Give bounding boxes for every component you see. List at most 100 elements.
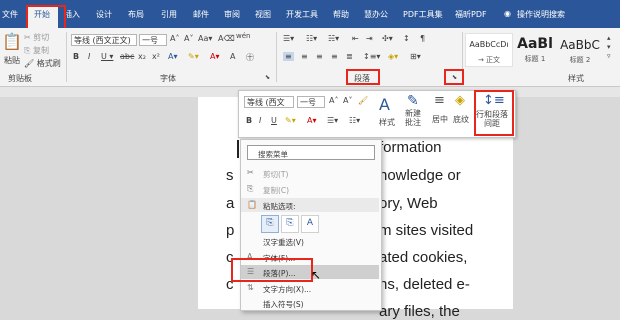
strikethrough-button[interactable]: abc [120, 52, 134, 61]
font-color-icon[interactable]: A▾ [210, 52, 220, 61]
center-align-icon[interactable]: ≡ [434, 93, 445, 108]
doc-line: ated cookies, [379, 249, 468, 266]
tab-view[interactable]: 视图 [255, 9, 271, 20]
paste-text-only-icon[interactable]: A [301, 215, 319, 233]
phonetic-guide-button[interactable]: wén [236, 32, 250, 40]
mini-numbering-icon[interactable]: ☷▾ [349, 116, 360, 125]
line-spacing-icon[interactable]: ↕≡▾ [363, 52, 380, 61]
align-center-icon[interactable]: ≡ [301, 52, 308, 61]
tab-help[interactable]: 帮助 [333, 9, 349, 20]
menu-search-box[interactable]: 搜索菜单 [247, 145, 375, 160]
tab-file[interactable]: 文件 [2, 9, 18, 20]
new-comment-icon[interactable]: ✎ [407, 93, 419, 109]
scissors-icon: ✂ [247, 168, 254, 177]
subscript-button[interactable]: x₂ [138, 52, 146, 61]
text-effects-icon[interactable]: A▾ [168, 52, 178, 61]
mini-styles-button[interactable]: 样式 [379, 117, 395, 128]
menu-item-label: 文字方向(X)... [263, 285, 312, 294]
sort-icon[interactable]: ↕ [403, 34, 410, 43]
italic-button[interactable]: I [88, 52, 90, 61]
font-dialog-launcher-icon[interactable]: ⬊ [265, 74, 270, 81]
tab-huibangong[interactable]: 慧办公 [364, 9, 388, 20]
shading-icon[interactable]: ◈▾ [388, 52, 398, 61]
tab-layout[interactable]: 布局 [128, 9, 144, 20]
clear-format-icon[interactable]: A⌫ [218, 34, 235, 43]
mini-bold-button[interactable]: B [246, 116, 252, 125]
underline-button[interactable]: U ▾ [101, 52, 113, 61]
mini-grow-font-button[interactable]: A˄ [329, 96, 338, 105]
menu-item-copy[interactable]: ⎘ 复制(C) [241, 182, 379, 196]
show-marks-icon[interactable]: ¶ [420, 34, 425, 43]
mini-font-color-icon[interactable]: A▾ [307, 116, 317, 125]
tab-design[interactable]: 设计 [96, 9, 112, 20]
chinese-layout-icon[interactable]: ✣▾ [382, 34, 393, 43]
shading-button[interactable]: 底纹 [453, 114, 469, 125]
decrease-indent-icon[interactable]: ⇤ [352, 34, 359, 43]
increase-indent-icon[interactable]: ⇥ [366, 34, 373, 43]
style-preview: AaBl [517, 36, 553, 52]
tab-developer[interactable]: 开发工具 [286, 9, 318, 20]
borders-icon[interactable]: ⊞▾ [410, 52, 421, 61]
shrink-font-button[interactable]: A˅ [184, 34, 193, 43]
styles-scroll-icon[interactable]: ▴ ▾ ▿ [607, 34, 611, 61]
mini-shrink-font-button[interactable]: A˅ [343, 96, 352, 105]
mini-highlight-icon[interactable]: ✎▾ [285, 116, 296, 125]
doc-line: ory, Web [379, 195, 438, 212]
tab-pdf-tools[interactable]: PDF工具集 [403, 9, 443, 20]
grow-font-button[interactable]: A˄ [170, 34, 179, 43]
menu-item-insert-symbol[interactable]: 插入符号(S) [241, 296, 379, 310]
tab-insert[interactable]: 插入 [64, 9, 80, 20]
format-painter-button[interactable]: 🖌 格式刷 [24, 58, 61, 69]
style-normal[interactable]: AaBbCcDı → 正文 [465, 33, 513, 67]
mini-bullets-icon[interactable]: ☰▾ [327, 116, 338, 125]
new-comment-button[interactable]: 新建 批注 [405, 109, 421, 127]
shading-bucket-icon[interactable]: ◈ [455, 93, 465, 108]
center-button[interactable]: 居中 [432, 114, 448, 125]
change-case-button[interactable]: Aa▾ [198, 34, 212, 43]
bold-button[interactable]: B [73, 52, 79, 61]
mini-font-combo[interactable]: 等线 (西文 [244, 96, 294, 108]
copy-button[interactable]: ⎘ 复制 [24, 45, 49, 56]
mini-italic-button[interactable]: I [259, 116, 261, 125]
mini-size-combo[interactable]: 一号 [297, 96, 325, 108]
style-preview: AaBbC [560, 38, 600, 52]
doc-line-start: s [226, 167, 234, 184]
font-size-combo[interactable]: 一号 [139, 34, 167, 46]
tell-me-search[interactable]: 操作说明搜索 [517, 9, 565, 20]
doc-line: ns, deleted e- [379, 276, 470, 293]
enclosed-char-button[interactable]: ㊉ [246, 52, 254, 63]
menu-item-cut[interactable]: ✂ 剪切(T) [241, 166, 379, 180]
numbering-icon[interactable]: ☷▾ [306, 34, 317, 43]
style-heading-1[interactable]: AaBl 标题 1 [515, 33, 555, 67]
mini-styles-icon[interactable]: A [379, 95, 390, 114]
paste-icon[interactable]: 📋 [2, 32, 22, 51]
menu-item-label: 复制(C) [263, 186, 290, 195]
align-right-icon[interactable]: ≡ [316, 52, 323, 61]
doc-line: ary files, the [379, 303, 460, 320]
tab-foxit-pdf[interactable]: 福昕PDF [455, 9, 487, 20]
cut-button[interactable]: ✂ 剪切 [24, 32, 49, 43]
tab-mailings[interactable]: 邮件 [193, 9, 209, 20]
paste-keep-source-icon[interactable]: ⎘ [261, 215, 279, 233]
highlight-color-icon[interactable]: ✎▾ [188, 52, 199, 61]
separator [276, 32, 277, 82]
distributed-icon[interactable]: ≣ [346, 52, 353, 61]
tab-review[interactable]: 审阅 [224, 9, 240, 20]
multilevel-list-icon[interactable]: ☵▾ [328, 34, 339, 43]
align-left-icon[interactable]: ≡ [283, 52, 294, 61]
mini-underline-button[interactable]: U [271, 116, 277, 125]
ribbon-tab-bar: 文件 开始 插入 设计 布局 引用 邮件 审阅 视图 开发工具 帮助 慧办公 P… [0, 0, 620, 28]
mini-format-painter-icon[interactable]: 🖌 [358, 96, 368, 105]
superscript-button[interactable]: x² [152, 52, 160, 61]
justify-icon[interactable]: ≡ [331, 52, 338, 61]
font-name-combo[interactable]: 等线 (西文正文) [71, 34, 137, 46]
bullets-icon[interactable]: ☰▾ [283, 34, 294, 43]
style-heading-2[interactable]: AaBbC 标题 2 [556, 33, 604, 67]
paste-merge-format-icon[interactable]: ⎘ [281, 215, 299, 233]
menu-item-reconvert[interactable]: 汉字重选(V) [241, 234, 379, 248]
tab-references[interactable]: 引用 [161, 9, 177, 20]
char-shading-button[interactable]: A [230, 52, 235, 61]
paste-button[interactable]: 粘贴 [4, 55, 20, 66]
menu-item-text-direction[interactable]: ⇅ 文字方向(X)... [241, 281, 379, 295]
paste-options-icon: 📋 [247, 200, 257, 209]
